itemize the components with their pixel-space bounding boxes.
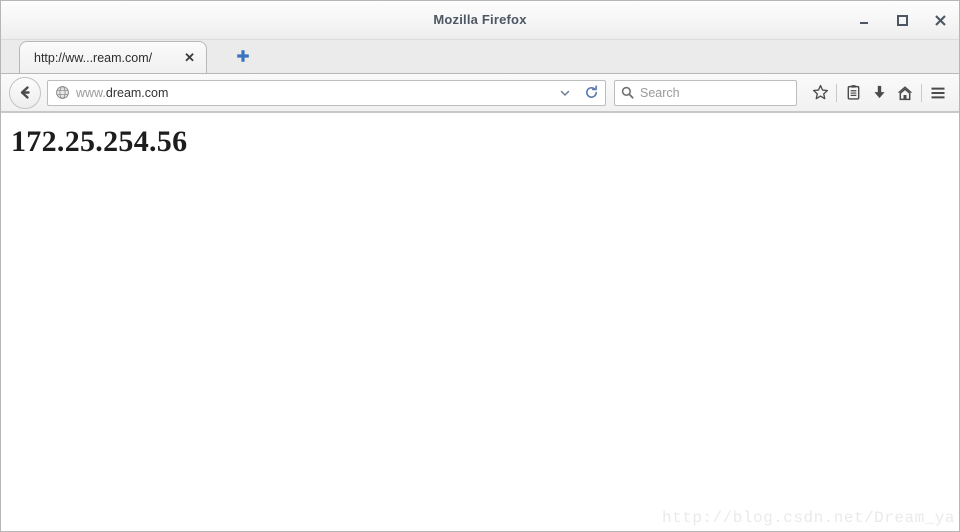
close-icon[interactable] <box>931 11 949 29</box>
maximize-icon[interactable] <box>893 11 911 29</box>
title-bar: Mozilla Firefox <box>1 1 959 40</box>
home-icon[interactable] <box>892 80 918 106</box>
url-domain: dream.com <box>105 85 169 100</box>
toolbar-separator-2 <box>921 83 922 102</box>
downloads-icon[interactable] <box>866 80 892 106</box>
page-heading: 172.25.254.56 <box>11 125 188 158</box>
bookmark-star-icon[interactable] <box>807 80 833 106</box>
new-tab-icon[interactable] <box>233 46 253 66</box>
minimize-icon[interactable] <box>855 11 873 29</box>
menu-icon[interactable] <box>925 80 951 106</box>
tab-strip: http://ww...ream.com/ ✕ <box>1 40 959 74</box>
page-content: 172.25.254.56 http://blog.csdn.net/Dream… <box>1 112 959 531</box>
tab-title: http://ww...ream.com/ <box>34 50 153 65</box>
chevron-down-icon[interactable] <box>555 82 575 104</box>
reader-list-icon[interactable] <box>840 80 866 106</box>
back-button[interactable] <box>9 76 41 109</box>
site-globe-icon <box>55 85 70 100</box>
url-scheme: www. <box>76 85 106 100</box>
search-input[interactable]: Search <box>640 86 680 100</box>
search-bar[interactable]: Search <box>614 79 797 106</box>
search-icon <box>621 86 634 99</box>
url-text: www.dream.com <box>76 86 549 100</box>
window-controls <box>855 1 949 39</box>
toolbar-separator <box>836 83 837 102</box>
watermark-text: http://blog.csdn.net/Dream_ya <box>662 509 955 527</box>
reload-icon[interactable] <box>581 82 601 104</box>
toolbar-buttons <box>807 80 951 106</box>
firefox-window: Mozilla Firefox http://ww...ream.com/ ✕ … <box>0 0 960 532</box>
window-title: Mozilla Firefox <box>433 12 527 27</box>
tab-close-icon[interactable]: ✕ <box>181 50 198 65</box>
navigation-toolbar: www.dream.com Search <box>1 74 959 112</box>
back-arrow-icon <box>20 86 30 99</box>
url-bar[interactable]: www.dream.com <box>47 79 606 106</box>
browser-tab[interactable]: http://ww...ream.com/ ✕ <box>19 41 207 73</box>
